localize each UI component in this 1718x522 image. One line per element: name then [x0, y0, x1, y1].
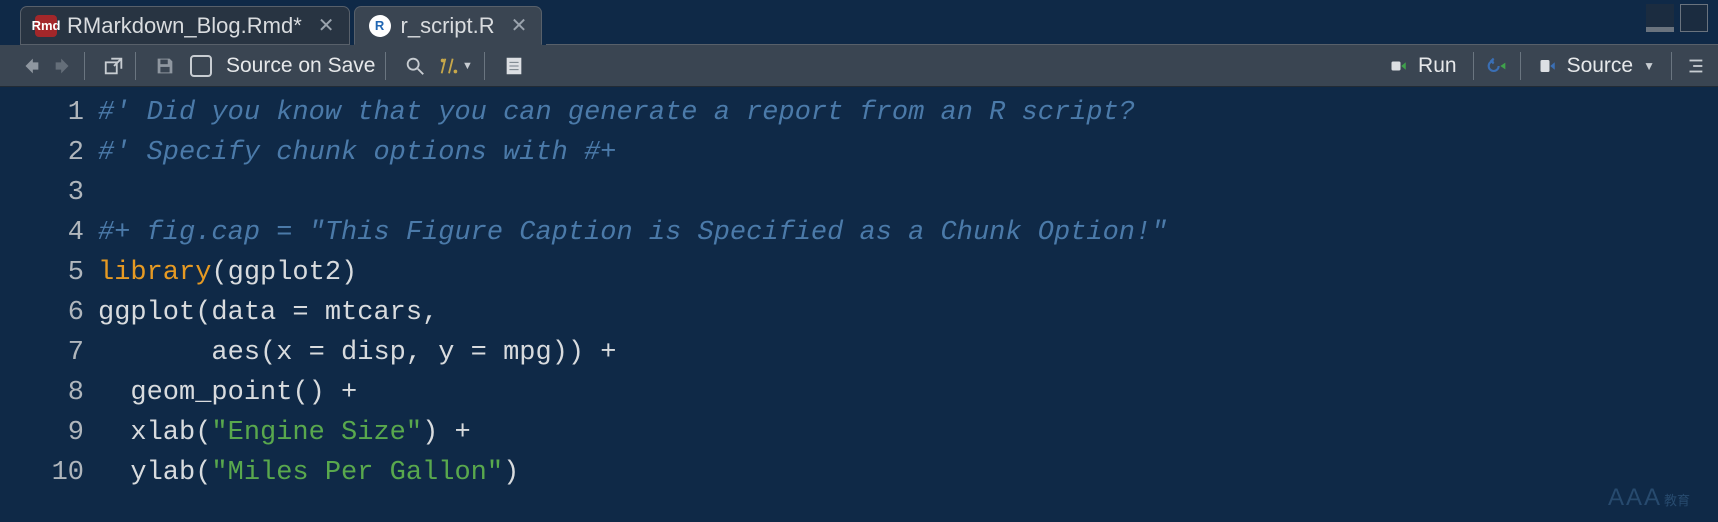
code-line[interactable]: aes(x = disp, y = mpg)) + — [98, 333, 1718, 373]
line-number: 3 — [0, 173, 98, 213]
run-button[interactable]: Run — [1380, 52, 1465, 80]
outline-toggle-icon[interactable] — [1684, 55, 1706, 77]
rerun-icon[interactable] — [1486, 55, 1508, 77]
rmarkdown-file-icon: Rmd — [35, 15, 57, 37]
chevron-down-icon[interactable]: ▼ — [1643, 59, 1655, 73]
run-label: Run — [1418, 54, 1457, 78]
line-number: 10 — [0, 453, 98, 493]
nav-forward-icon[interactable] — [52, 55, 74, 77]
tab-bar: Rmd RMarkdown_Blog.Rmd* ✕ R r_script.R ✕ — [0, 0, 1718, 45]
line-number-gutter: 12345678910 — [0, 87, 98, 522]
line-number: 2 — [0, 133, 98, 173]
source-button[interactable]: Source ▼ — [1529, 52, 1663, 80]
line-number: 5 — [0, 253, 98, 293]
r-file-icon: R — [369, 15, 391, 37]
code-tools-icon[interactable]: ▼ — [436, 55, 474, 77]
tab-label: RMarkdown_Blog.Rmd* — [67, 13, 302, 39]
source-on-save-checkbox[interactable] — [190, 55, 212, 77]
line-number: 6 — [0, 293, 98, 333]
line-number: 1 — [0, 87, 98, 133]
editor-toolbar: Source on Save ▼ Run — [0, 45, 1718, 87]
tab-rmarkdown-blog[interactable]: Rmd RMarkdown_Blog.Rmd* ✕ — [20, 6, 350, 45]
source-label: Source — [1567, 54, 1634, 78]
close-icon[interactable]: ✕ — [318, 13, 335, 38]
line-number: 7 — [0, 333, 98, 373]
code-line[interactable]: #' Specify chunk options with #+ — [98, 133, 1718, 173]
tab-label: r_script.R — [401, 13, 495, 39]
code-line[interactable]: #+ fig.cap = "This Figure Caption is Spe… — [98, 213, 1718, 253]
code-content[interactable]: #' Did you know that you can generate a … — [98, 87, 1718, 522]
find-replace-icon[interactable] — [404, 55, 426, 77]
minimize-pane-icon[interactable] — [1646, 4, 1674, 32]
code-line[interactable]: geom_point() + — [98, 373, 1718, 413]
line-number: 4 — [0, 213, 98, 253]
compile-report-icon[interactable] — [503, 55, 525, 77]
code-line[interactable]: ggplot(data = mtcars, — [98, 293, 1718, 333]
line-number: 9 — [0, 413, 98, 453]
code-editor[interactable]: 12345678910 #' Did you know that you can… — [0, 87, 1718, 522]
tab-r-script[interactable]: R r_script.R ✕ — [354, 6, 543, 45]
tab-bar-spacer — [546, 6, 1718, 45]
nav-back-icon[interactable] — [20, 55, 42, 77]
close-icon[interactable]: ✕ — [511, 13, 528, 38]
maximize-pane-icon[interactable] — [1680, 4, 1708, 32]
code-line[interactable]: library(ggplot2) — [98, 253, 1718, 293]
code-line[interactable]: xlab("Engine Size") + — [98, 413, 1718, 453]
save-icon[interactable] — [154, 55, 176, 77]
code-line[interactable]: ylab("Miles Per Gallon") — [98, 453, 1718, 493]
source-on-save-label: Source on Save — [226, 54, 375, 78]
code-line[interactable]: #' Did you know that you can generate a … — [98, 87, 1718, 133]
code-line[interactable] — [98, 173, 1718, 213]
show-in-new-window-icon[interactable] — [103, 55, 125, 77]
line-number: 8 — [0, 373, 98, 413]
